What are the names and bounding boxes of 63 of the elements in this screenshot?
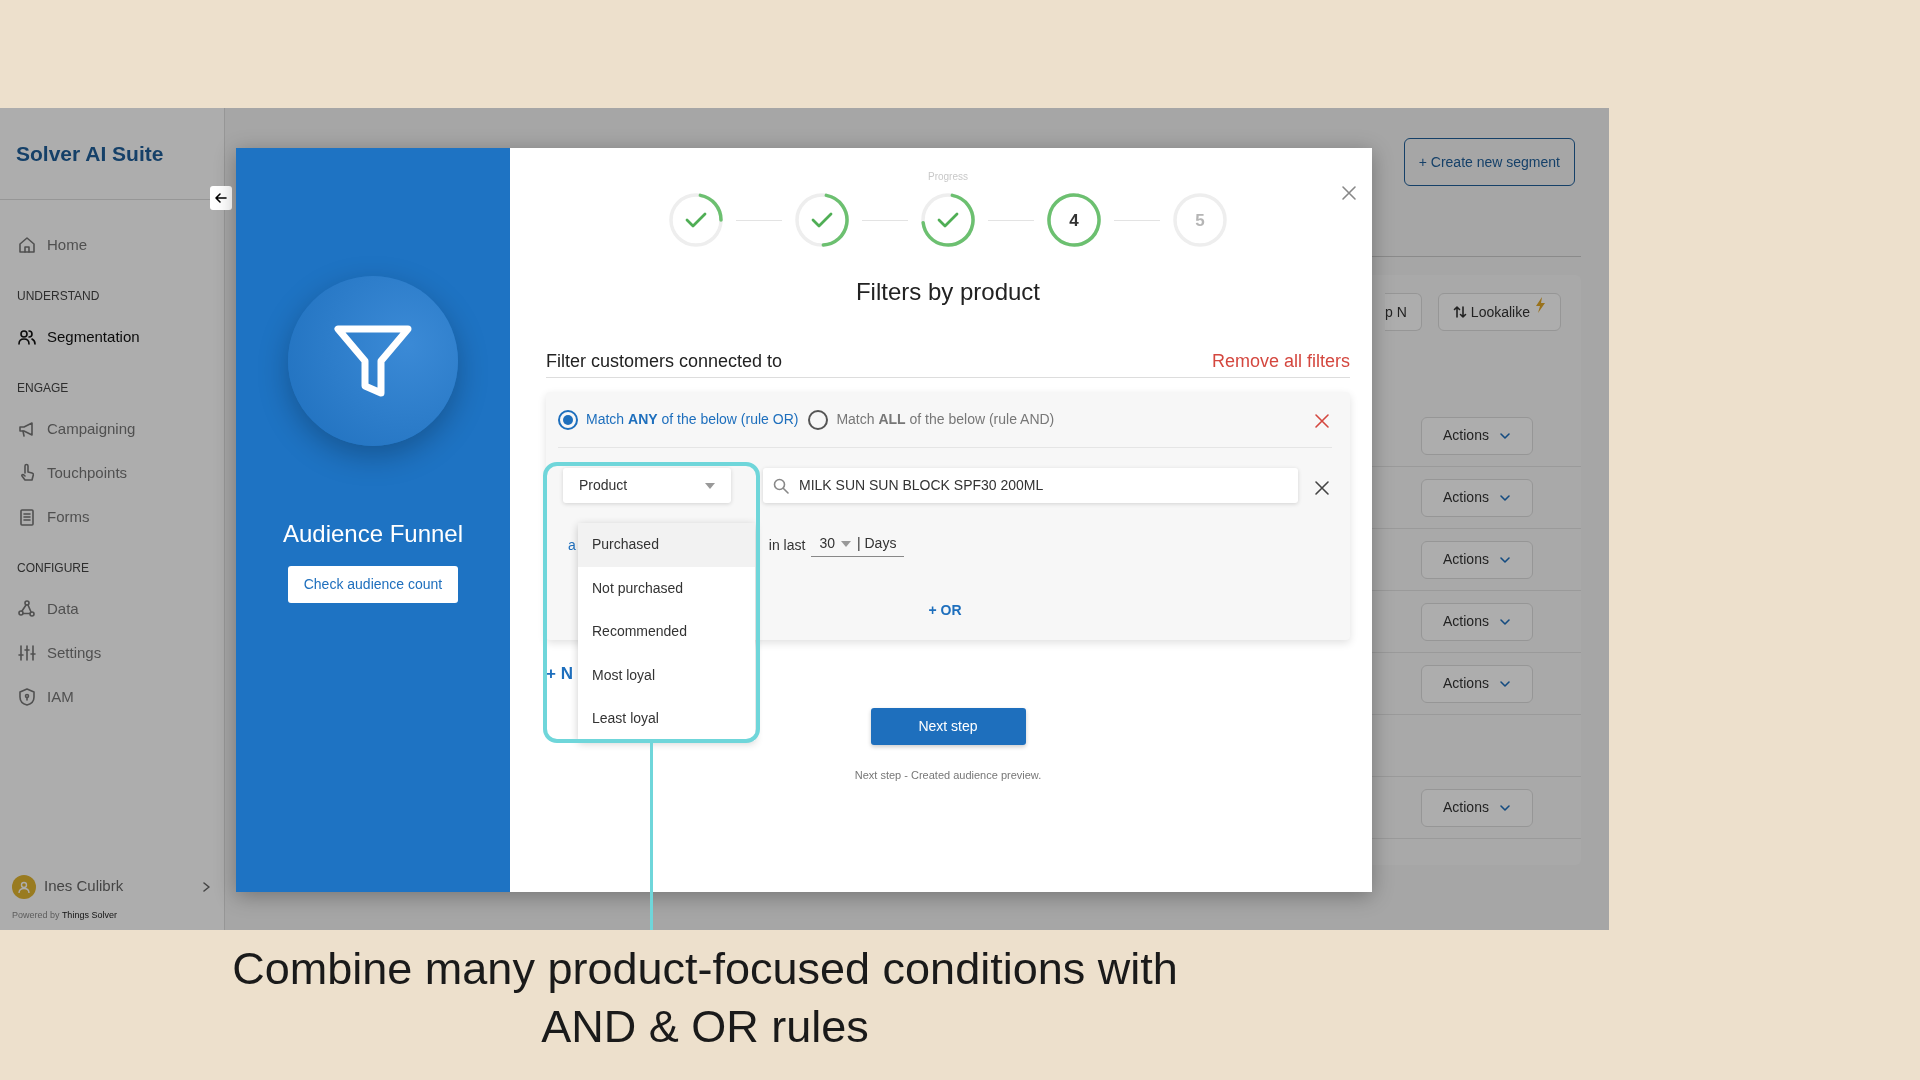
search-field[interactable]: MILK SUN SUN BLOCK SPF30 200ML (763, 468, 1298, 503)
condition-label: a (568, 535, 576, 555)
sidebar-item[interactable]: Home (17, 223, 224, 267)
actions-dropdown[interactable]: Actions (1421, 416, 1533, 455)
section-heading: ENGAGE (17, 380, 70, 397)
clipboard-icon (17, 507, 37, 527)
dropdown-item[interactable]: Least loyal (578, 697, 755, 741)
actions-dropdown[interactable]: Actions (1421, 602, 1533, 641)
nodes-icon (17, 599, 37, 619)
users-icon (17, 327, 37, 347)
actions-dropdown[interactable]: Actions (1421, 664, 1533, 703)
avatar-icon (12, 874, 36, 899)
powered-by-text: Powered by Things Solver (11, 908, 118, 922)
sidebar-item[interactable]: Touchpoints (17, 451, 224, 495)
shield-icon (17, 687, 37, 707)
panel-title: Audience Funnel (282, 519, 464, 549)
sidebar-item[interactable]: Campaigning (17, 407, 224, 451)
period-select[interactable]: 30 | Days (811, 533, 905, 557)
sliders-icon (17, 643, 37, 663)
create-segment-button[interactable]: + Create new segment (1403, 138, 1575, 186)
toolbar-button[interactable]: p N (1385, 293, 1422, 331)
actions-dropdown[interactable]: Actions (1421, 788, 1533, 827)
section-heading: CONFIGURE (17, 560, 90, 577)
remove-filters-link[interactable]: Remove all filters (1211, 349, 1350, 373)
type-select[interactable]: Product (563, 468, 731, 503)
rule-radio[interactable]: Match ANY of the below (rule OR) (558, 409, 799, 430)
caret-icon (840, 540, 851, 547)
chevron-right-icon (200, 880, 212, 893)
dropdown-item[interactable]: Purchased (578, 523, 755, 567)
user-menu[interactable]: Ines Culibrk (0, 868, 224, 905)
actions-dropdown[interactable]: Actions (1421, 540, 1533, 579)
check-count-button[interactable]: Check audience count (287, 566, 459, 603)
caret-icon (705, 482, 715, 489)
sidebar-item[interactable]: Data (17, 587, 224, 631)
add-or-button[interactable]: + OR (928, 600, 962, 621)
sidebar-item[interactable]: IAM (17, 675, 224, 719)
hint-text: Next step - Created audience preview. (853, 768, 1043, 783)
rule-radio[interactable]: Match ALL of the below (rule AND) (808, 409, 1055, 430)
sidebar-item[interactable]: Forms (17, 495, 224, 539)
dropdown-item[interactable]: Not purchased (578, 566, 755, 610)
dropdown-item[interactable]: Most loyal (578, 653, 755, 697)
close-icon (1340, 183, 1358, 202)
section-label: Filter customers connected to (546, 350, 783, 373)
sidebar-item[interactable]: Settings (17, 631, 224, 675)
modal-title: Filters by product (854, 277, 1042, 307)
collapse-button[interactable] (210, 186, 232, 210)
add-filter-button[interactable]: + N (546, 662, 573, 686)
next-step-button[interactable]: Next step (870, 708, 1026, 745)
dropdown-item[interactable]: Recommended (578, 610, 755, 654)
home-icon (17, 235, 37, 255)
actions-dropdown[interactable]: Actions (1421, 478, 1533, 517)
period-label: in last (768, 535, 806, 555)
step-indicator: 4 (1046, 192, 1102, 248)
lightning-icon (1534, 297, 1546, 313)
step-indicator: 5 (1172, 192, 1228, 248)
sort-arrows-icon (1452, 305, 1467, 319)
caption-text: Combine many product-focused conditions with AND & OR rules (231, 942, 1179, 1054)
arrow-left-icon (214, 191, 228, 205)
user-name: Ines Culibrk (44, 876, 124, 897)
section-heading: UNDERSTAND (17, 288, 101, 305)
sidebar-item[interactable]: Segmentation (17, 315, 224, 359)
search-icon (773, 477, 789, 494)
toolbar-button[interactable]: Lookalike (1437, 293, 1561, 331)
